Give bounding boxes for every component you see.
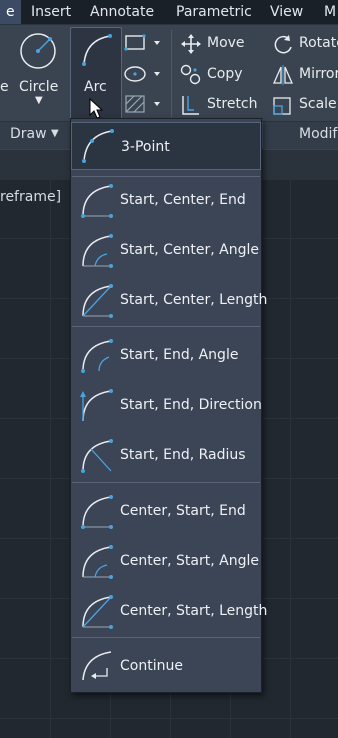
menu-item-label: Continue bbox=[120, 658, 183, 674]
arc-center-start-length-icon bbox=[75, 591, 117, 631]
stretch-button[interactable]: Stretch bbox=[207, 96, 258, 112]
menu-item-start-end-radius[interactable]: Start, End, Radius bbox=[71, 431, 261, 479]
menu-item-3-point[interactable]: 3-Point bbox=[71, 122, 261, 170]
menu-item-center-start-length[interactable]: Center, Start, Length bbox=[71, 587, 267, 635]
arc-start-end-angle-icon bbox=[75, 335, 117, 375]
draw-panel-label[interactable]: Draw bbox=[10, 126, 47, 142]
panel-separator bbox=[262, 122, 263, 148]
move-icon bbox=[180, 34, 202, 54]
rotate-icon bbox=[272, 34, 294, 56]
hatch-icon[interactable] bbox=[124, 94, 164, 114]
menu-item-label: Start, Center, End bbox=[120, 192, 246, 208]
arc-start-center-end-icon bbox=[75, 180, 117, 220]
tab-view[interactable]: View bbox=[270, 0, 303, 24]
copy-button[interactable]: Copy bbox=[207, 66, 243, 82]
menu-item-start-center-angle[interactable]: Start, Center, Angle bbox=[71, 226, 261, 274]
tab-home[interactable]: e bbox=[0, 0, 21, 24]
arc-icon bbox=[76, 30, 116, 70]
menu-item-continue[interactable]: Continue bbox=[71, 642, 261, 690]
arc-center-start-angle-icon bbox=[75, 541, 117, 581]
menu-item-label: Start, End, Angle bbox=[120, 347, 239, 363]
draw-panel-expand-icon[interactable]: ▼ bbox=[51, 128, 59, 139]
stretch-icon bbox=[180, 94, 202, 116]
arc-start-center-angle-icon bbox=[75, 230, 117, 270]
menu-separator bbox=[72, 326, 260, 327]
rectangle-icon[interactable] bbox=[124, 34, 164, 52]
copy-icon bbox=[180, 64, 202, 86]
menu-item-start-center-length[interactable]: Start, Center, Length bbox=[71, 276, 267, 324]
tab-annotate[interactable]: Annotate bbox=[90, 0, 154, 24]
arc-dropdown-menu: 3-Point Start, Center, End Start, Center… bbox=[70, 118, 267, 693]
menu-item-start-end-angle[interactable]: Start, End, Angle bbox=[71, 331, 261, 379]
circle-button[interactable]: Circle bbox=[19, 79, 58, 95]
menu-separator bbox=[72, 637, 260, 638]
mirror-icon bbox=[272, 64, 294, 86]
arc-3point-icon bbox=[76, 127, 118, 167]
arc-start-end-direction-icon bbox=[75, 385, 117, 425]
menu-item-label: 3-Point bbox=[121, 139, 170, 155]
menu-item-start-center-end[interactable]: Start, Center, End bbox=[71, 176, 261, 224]
menu-separator bbox=[72, 482, 260, 483]
menu-bar: e Insert Annotate Parametric View M bbox=[0, 0, 338, 25]
menu-item-label: Start, Center, Angle bbox=[120, 242, 259, 258]
scale-button[interactable]: Scale bbox=[299, 96, 337, 112]
modify-panel-label[interactable]: Modif bbox=[299, 126, 337, 142]
menu-item-label: Center, Start, Angle bbox=[120, 553, 259, 569]
ellipse-icon[interactable] bbox=[124, 64, 164, 84]
arc-start-center-length-icon bbox=[75, 280, 117, 320]
arc-start-end-radius-icon bbox=[75, 435, 117, 475]
arc-continue-icon bbox=[75, 646, 117, 686]
visual-style-control[interactable]: reframe] bbox=[0, 189, 61, 205]
scale-icon bbox=[272, 94, 294, 116]
menu-item-center-start-angle[interactable]: Center, Start, Angle bbox=[71, 537, 261, 585]
circle-icon[interactable] bbox=[18, 31, 58, 71]
partial-button-label[interactable]: e bbox=[0, 79, 9, 95]
menu-item-center-start-end[interactable]: Center, Start, End bbox=[71, 487, 261, 535]
move-button[interactable]: Move bbox=[207, 35, 245, 51]
rotate-button[interactable]: Rotate bbox=[299, 35, 338, 51]
circle-dropdown-arrow-icon[interactable]: ▼ bbox=[35, 95, 43, 106]
menu-item-label: Start, End, Radius bbox=[120, 447, 246, 463]
menu-item-label: Start, Center, Length bbox=[120, 292, 268, 308]
tab-insert[interactable]: Insert bbox=[31, 0, 71, 24]
tab-parametric[interactable]: Parametric bbox=[176, 0, 252, 24]
menu-item-label: Start, End, Direction bbox=[120, 397, 262, 413]
arc-button-label: Arc bbox=[84, 79, 107, 95]
ribbon-separator bbox=[171, 30, 172, 118]
arc-center-start-end-icon bbox=[75, 491, 117, 531]
mouse-cursor-icon bbox=[89, 97, 105, 120]
mirror-button[interactable]: Mirror bbox=[299, 66, 338, 82]
menu-item-label: Center, Start, Length bbox=[120, 603, 268, 619]
tab-more[interactable]: M bbox=[324, 0, 336, 24]
menu-item-start-end-direction[interactable]: Start, End, Direction bbox=[71, 381, 262, 429]
menu-item-label: Center, Start, End bbox=[120, 503, 246, 519]
